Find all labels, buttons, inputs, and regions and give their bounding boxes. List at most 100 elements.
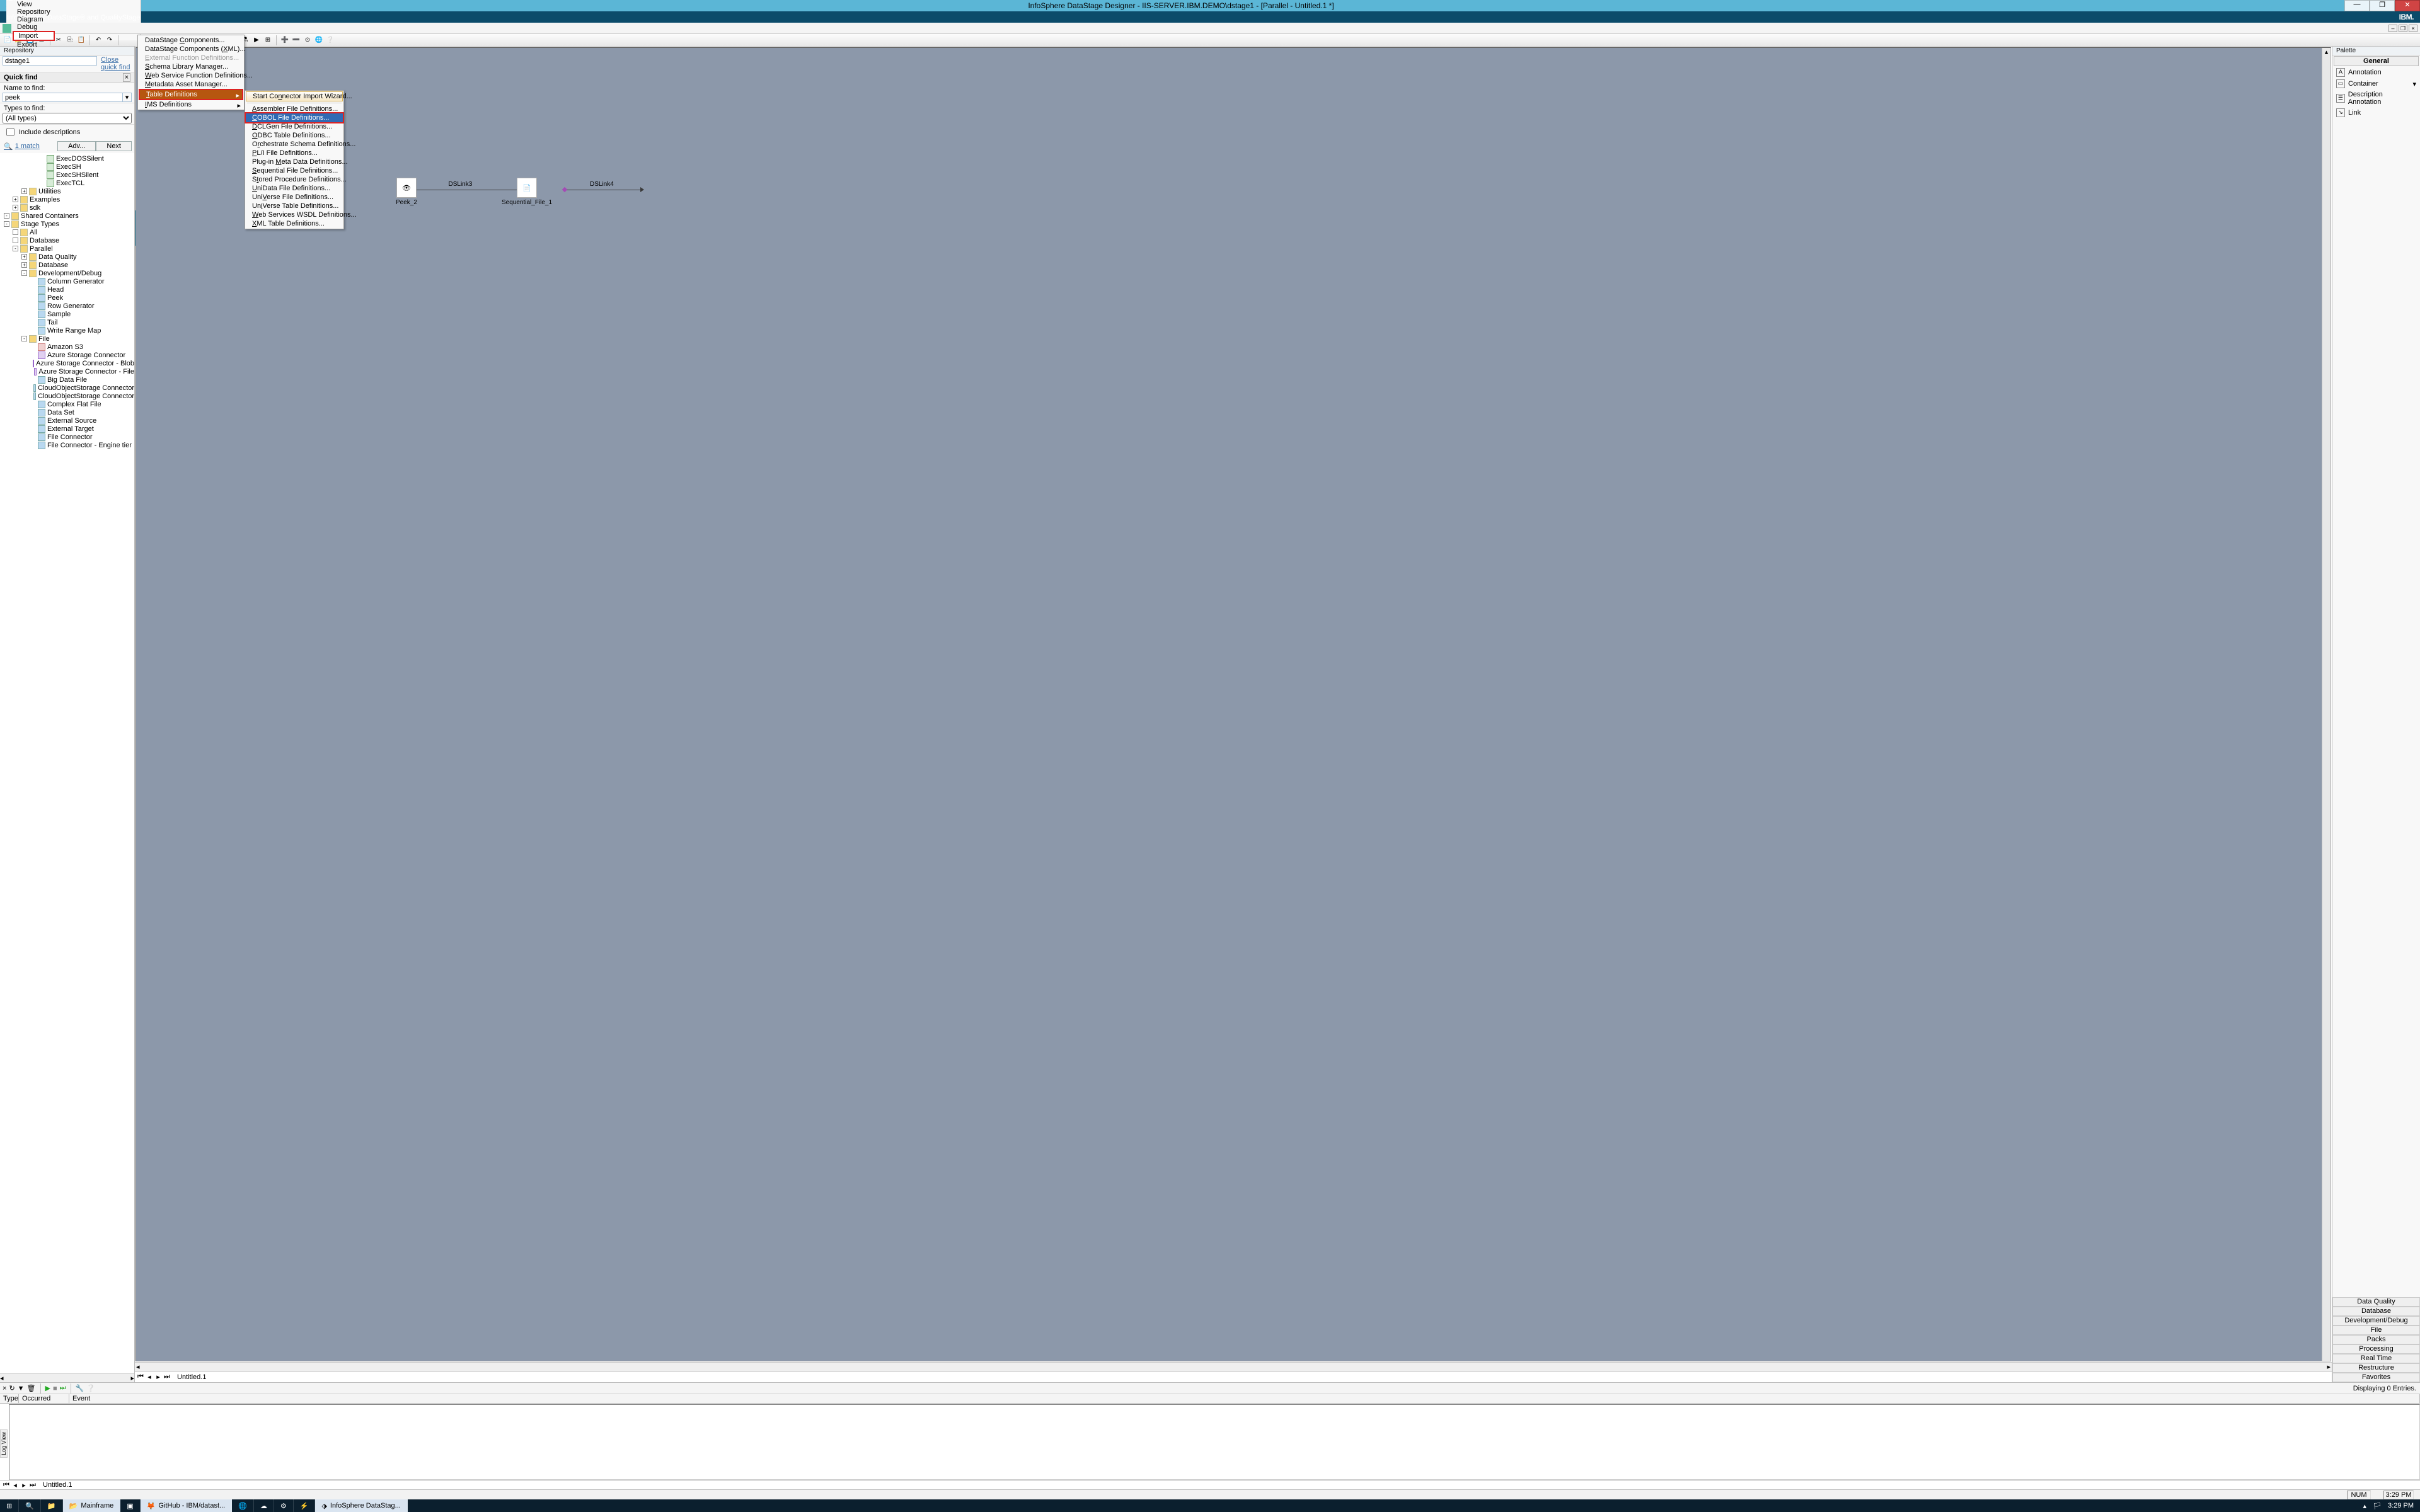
tabledef-item[interactable]: Start Connector Import Wizard... xyxy=(246,91,343,101)
zoomin-icon[interactable]: ➕ xyxy=(280,35,290,45)
tabledef-item[interactable]: PL/I File Definitions... xyxy=(246,149,343,158)
logtab-next-icon[interactable]: ▸ xyxy=(20,1481,28,1489)
tree-node[interactable]: Azure Storage Connector - File xyxy=(3,367,134,375)
mdi-minimize[interactable]: – xyxy=(2388,25,2397,32)
tree-node[interactable]: +Utilities xyxy=(3,187,134,195)
palette-category[interactable]: Development/Debug xyxy=(2332,1316,2420,1326)
tree-node[interactable]: Head xyxy=(3,285,134,294)
menu-view[interactable]: View xyxy=(13,1,55,8)
tree-node[interactable]: Database xyxy=(3,236,134,244)
new-icon[interactable]: 📄 xyxy=(3,35,13,45)
taskbar-item[interactable]: ▣ xyxy=(120,1499,140,1512)
taskbar-item[interactable]: 🌐 xyxy=(232,1499,254,1512)
tree-node[interactable]: Row Generator xyxy=(3,302,134,310)
quick-find-close[interactable]: × xyxy=(123,73,130,82)
copy-icon[interactable]: ⎘ xyxy=(65,35,75,45)
menu-diagram[interactable]: Diagram xyxy=(13,16,55,23)
taskbar-item[interactable]: ☁ xyxy=(254,1499,274,1512)
tree-node[interactable]: ExecSH xyxy=(3,163,134,171)
types-to-find-select[interactable]: (All types) xyxy=(3,113,132,123)
dropdown-icon[interactable]: ▾ xyxy=(123,93,132,102)
tabledef-item[interactable]: Orchestrate Schema Definitions... xyxy=(246,140,343,149)
canvas-tab-label[interactable]: Untitled.1 xyxy=(177,1373,206,1381)
repository-tree[interactable]: ExecDOSSilentExecSHExecSHSilentExecTCL+U… xyxy=(0,153,134,1373)
tree-node[interactable]: +Examples xyxy=(3,195,134,203)
log-refresh-icon[interactable]: ↻ xyxy=(9,1384,14,1392)
palette-category[interactable]: Packs xyxy=(2332,1335,2420,1344)
taskbar-item[interactable]: ⬗InfoSphere DataStag... xyxy=(315,1499,407,1512)
import-item[interactable]: DataStage Components... xyxy=(139,36,243,45)
logtab-last-icon[interactable]: ⏭ xyxy=(29,1481,37,1489)
tree-node[interactable]: CloudObjectStorage Connector xyxy=(3,392,134,400)
tray-flag-icon[interactable]: 🏳 xyxy=(2373,1502,2382,1510)
canvas-node[interactable]: 📄Sequential_File_1 xyxy=(502,178,552,206)
tree-node[interactable]: +sdk xyxy=(3,203,134,212)
import-item[interactable]: Table Definitions▸ xyxy=(139,89,243,100)
taskbar-item[interactable]: ⚙ xyxy=(274,1499,294,1512)
tree-node[interactable]: Azure Storage Connector xyxy=(3,351,134,359)
palette-category[interactable]: Real Time xyxy=(2332,1354,2420,1363)
redo-icon[interactable]: ↷ xyxy=(105,35,115,45)
taskbar-item[interactable]: 🦊GitHub - IBM/datast... xyxy=(141,1499,232,1512)
tree-node[interactable]: File Connector xyxy=(3,433,134,441)
palette-category[interactable]: Database xyxy=(2332,1307,2420,1316)
tabledef-item[interactable]: Assembler File Definitions... xyxy=(246,105,343,113)
tree-node[interactable]: Sample xyxy=(3,310,134,318)
tree-node[interactable]: Azure Storage Connector - Blob xyxy=(3,359,134,367)
tree-node[interactable]: -Stage Types xyxy=(3,220,134,228)
include-desc-checkbox[interactable] xyxy=(6,128,14,136)
tab-prev-icon[interactable]: ◂ xyxy=(146,1373,153,1381)
tree-node[interactable]: -Shared Containers xyxy=(3,212,134,220)
palette-group[interactable]: General xyxy=(2334,56,2419,66)
hscroll-right-icon[interactable]: ▸ xyxy=(2327,1363,2331,1371)
project-field[interactable] xyxy=(3,56,97,66)
log-tab-label[interactable]: Untitled.1 xyxy=(43,1481,72,1489)
tree-node[interactable]: ExecTCL xyxy=(3,179,134,187)
log-play-icon[interactable]: ▶ xyxy=(45,1384,50,1392)
palette-category[interactable]: File xyxy=(2332,1326,2420,1335)
tree-node[interactable]: -Development/Debug xyxy=(3,269,134,277)
taskbar-item[interactable]: ⊞ xyxy=(0,1499,19,1512)
canvas-node[interactable]: 👁Peek_2 xyxy=(396,178,417,206)
tree-node[interactable]: Peek xyxy=(3,294,134,302)
close-button[interactable]: ✕ xyxy=(2395,0,2420,11)
tree-node[interactable]: ExecSHSilent xyxy=(3,171,134,179)
log-body[interactable] xyxy=(9,1404,2420,1480)
scroll-left-icon[interactable]: ◂ xyxy=(0,1374,4,1382)
menu-debug[interactable]: Debug xyxy=(13,23,55,31)
palette-category[interactable]: Data Quality xyxy=(2332,1297,2420,1307)
logtab-prev-icon[interactable]: ◂ xyxy=(11,1481,19,1489)
match-link[interactable]: 1 match xyxy=(15,142,40,150)
mdi-restore[interactable]: ❐ xyxy=(2399,25,2407,32)
globe-icon[interactable]: 🌐 xyxy=(314,35,324,45)
log-clear-icon[interactable]: 🗑 xyxy=(27,1384,36,1392)
log-col-event[interactable]: Event xyxy=(69,1394,2420,1403)
scroll-up-icon[interactable]: ▴ xyxy=(2322,48,2331,56)
tree-node[interactable]: -Parallel xyxy=(3,244,134,253)
minimize-button[interactable]: — xyxy=(2344,0,2370,11)
taskbar-item[interactable]: 📂Mainframe xyxy=(63,1499,121,1512)
tree-node[interactable]: External Source xyxy=(3,416,134,425)
canvas-link[interactable]: DSLink3 xyxy=(405,190,517,197)
taskbar-item[interactable]: 📁 xyxy=(41,1499,63,1512)
adv-button[interactable]: Adv... xyxy=(57,141,96,151)
cut-icon[interactable]: ✂ xyxy=(54,35,64,45)
tree-node[interactable]: +Database xyxy=(3,261,134,269)
run-icon[interactable]: ▶ xyxy=(251,35,262,45)
palette-category[interactable]: Processing xyxy=(2332,1344,2420,1354)
log-col-type[interactable]: Type xyxy=(0,1394,19,1403)
close-quick-find-link[interactable]: Close quick find xyxy=(101,56,132,71)
tabledef-item[interactable]: Plug-in Meta Data Definitions... xyxy=(246,158,343,166)
tree-node[interactable]: All xyxy=(3,228,134,236)
import-item[interactable]: Schema Library Manager... xyxy=(139,62,243,71)
tree-node[interactable]: Column Generator xyxy=(3,277,134,285)
tree-node[interactable]: Amazon S3 xyxy=(3,343,134,351)
log-step-icon[interactable]: ⏭ xyxy=(60,1384,66,1392)
log-view-label[interactable]: Log View xyxy=(0,1429,8,1458)
zoomfit-icon[interactable]: ⊙ xyxy=(302,35,313,45)
tabledef-item[interactable]: ODBC Table Definitions... xyxy=(246,131,343,140)
paste-icon[interactable]: 📋 xyxy=(76,35,86,45)
tab-next-icon[interactable]: ▸ xyxy=(154,1373,162,1381)
menu-import[interactable]: Import xyxy=(13,31,55,41)
tab-last-icon[interactable]: ⏭ xyxy=(163,1373,171,1381)
